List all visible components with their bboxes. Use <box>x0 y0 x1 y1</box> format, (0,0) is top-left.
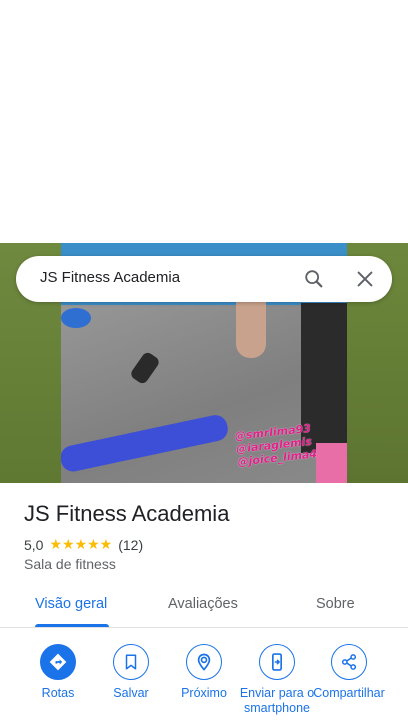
share-icon <box>331 644 367 680</box>
star-rating-icon: ★★★★★ <box>49 536 113 552</box>
review-count[interactable]: (12) <box>118 537 143 553</box>
send-to-phone-label: Enviar para o smartphone <box>239 686 315 715</box>
share-button[interactable]: Compartilhar <box>309 644 389 701</box>
save-button[interactable]: Salvar <box>91 644 171 701</box>
map-area[interactable] <box>0 0 408 243</box>
rating-value: 5,0 <box>24 536 44 553</box>
tab-overview[interactable]: Visão geral <box>35 596 107 612</box>
nearby-button[interactable]: Próximo <box>164 644 244 701</box>
directions-button[interactable]: Rotas <box>18 644 98 701</box>
send-to-phone-icon <box>259 644 295 680</box>
place-tabs: Visão geral Avaliações Sobre <box>0 586 408 628</box>
active-tab-indicator <box>35 624 109 627</box>
photo-stool <box>61 308 91 328</box>
nearby-label: Próximo <box>181 686 227 700</box>
tab-about[interactable]: Sobre <box>316 596 355 612</box>
search-icon[interactable] <box>303 268 325 290</box>
nearby-icon <box>186 644 222 680</box>
action-bar: Rotas Salvar Próximo Enviar para o smart… <box>0 644 408 726</box>
tab-reviews[interactable]: Avaliações <box>168 596 238 612</box>
place-title: JS Fitness Academia <box>24 501 230 526</box>
share-label: Compartilhar <box>313 686 385 700</box>
directions-icon <box>40 644 76 680</box>
search-input[interactable]: JS Fitness Academia <box>40 269 180 286</box>
search-bar[interactable]: JS Fitness Academia <box>16 256 392 302</box>
place-category: Sala de fitness <box>24 556 116 572</box>
rating-row[interactable]: 5,0 ★★★★★ (12) <box>24 536 143 553</box>
directions-label: Rotas <box>41 686 75 700</box>
bookmark-icon <box>113 644 149 680</box>
save-label: Salvar <box>113 686 149 700</box>
send-to-phone-button[interactable]: Enviar para o smartphone <box>237 644 317 716</box>
close-icon[interactable] <box>354 268 376 290</box>
